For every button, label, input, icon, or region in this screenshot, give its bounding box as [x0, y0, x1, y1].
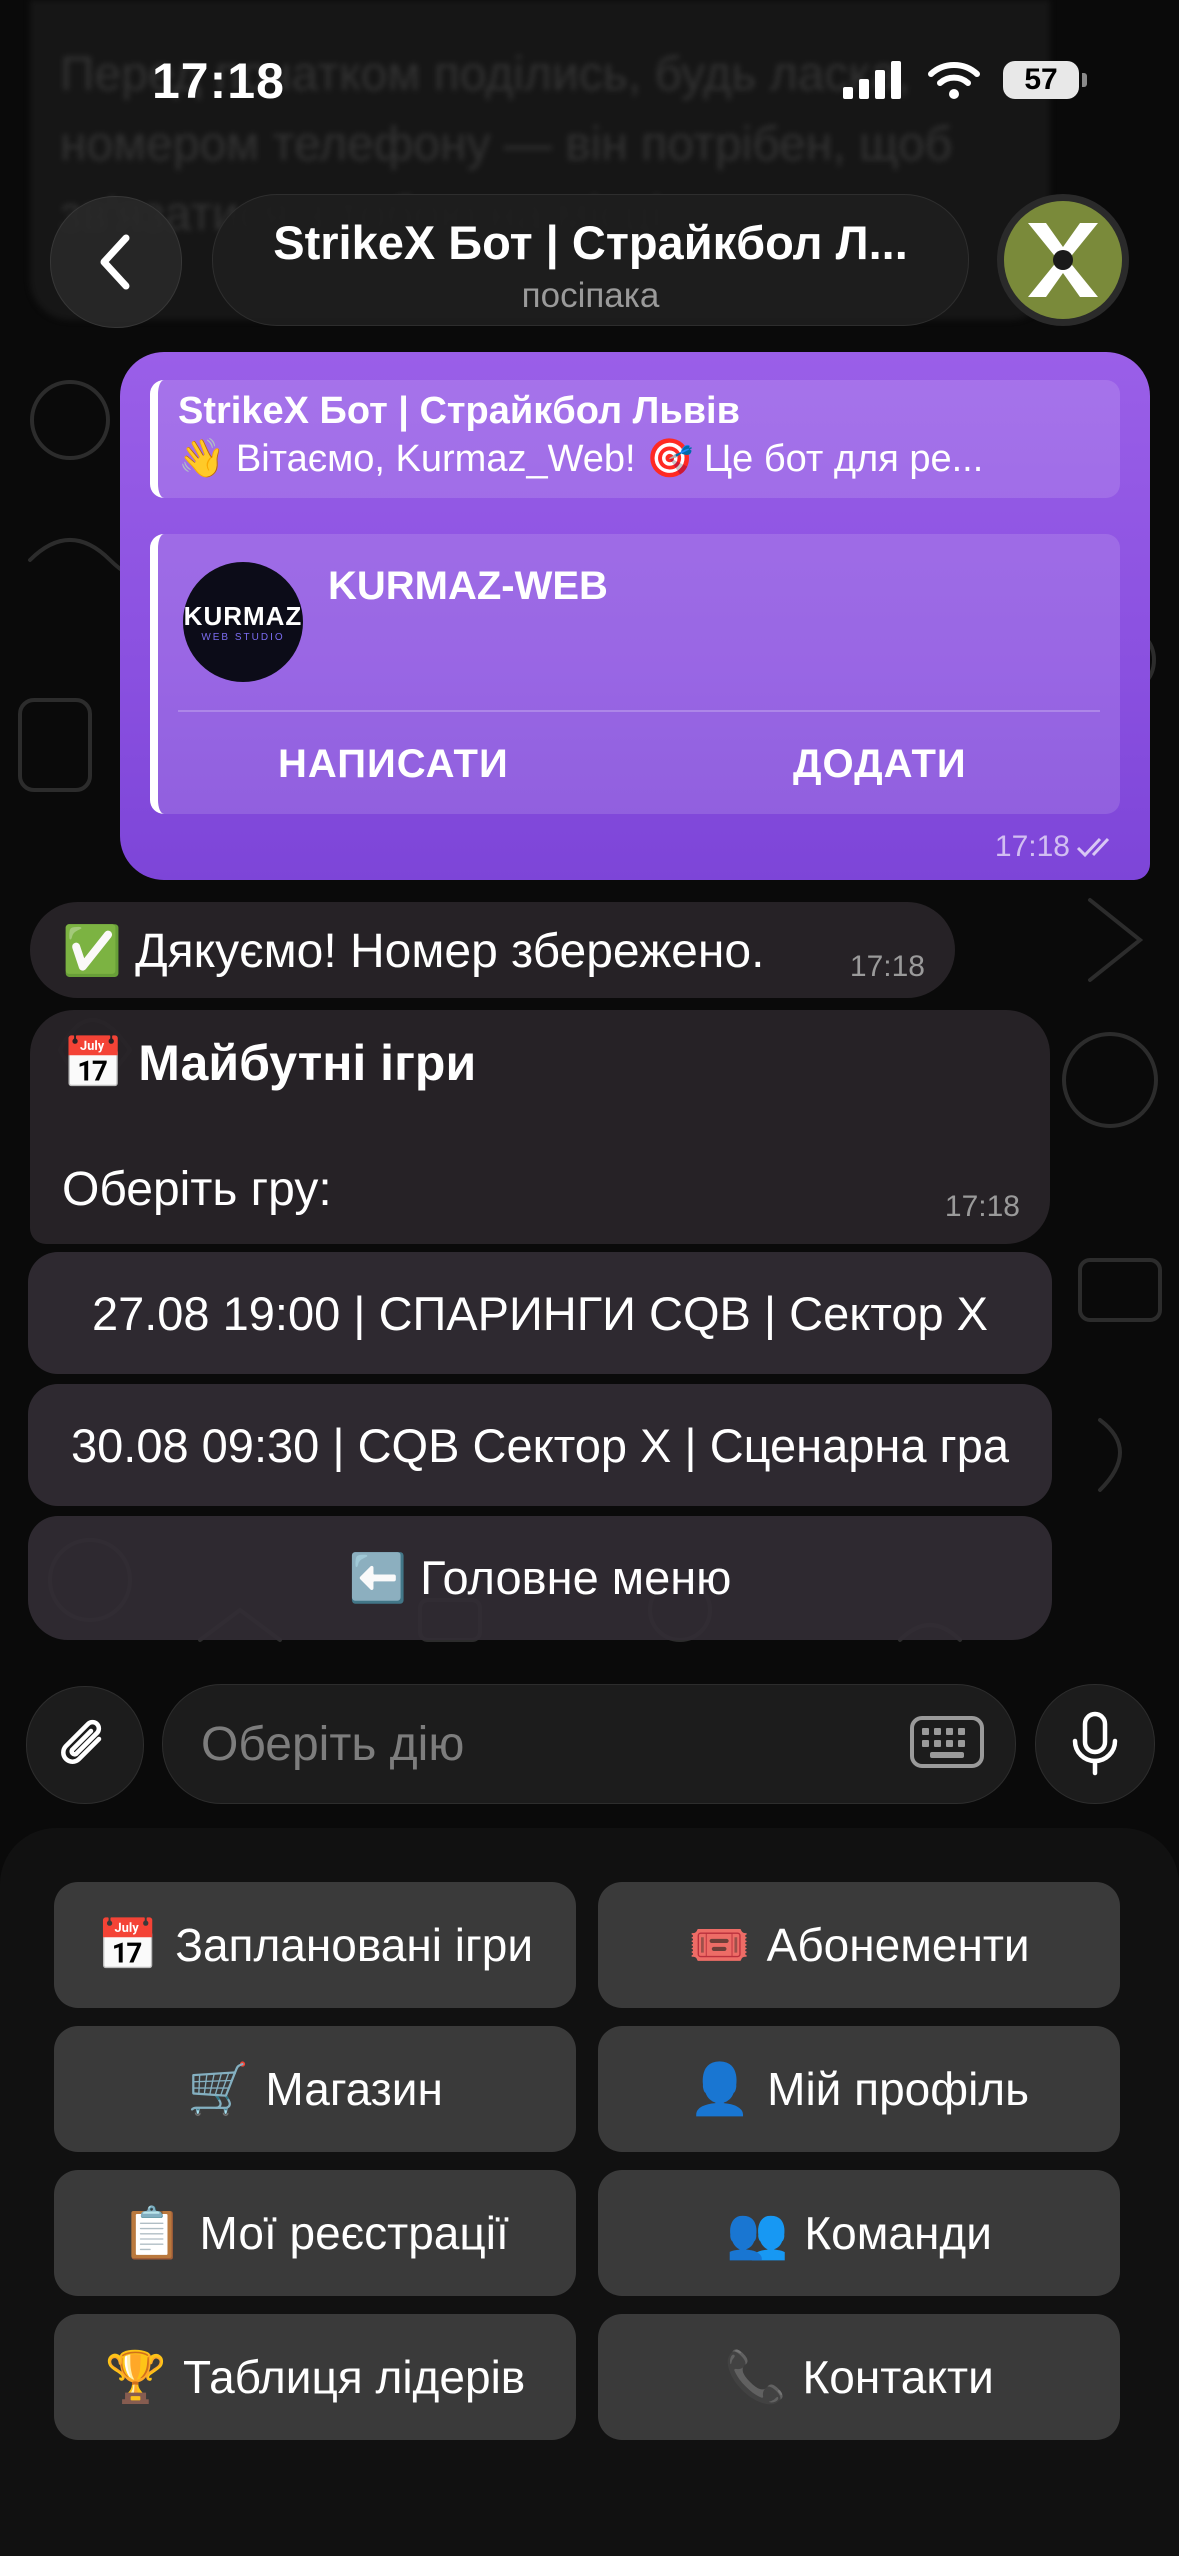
keyboard-button-registrations[interactable]: 📋 Мої реєстрації — [54, 2170, 576, 2296]
check-mark-icon: ✅ — [62, 925, 122, 978]
chat-status: посіпака — [521, 276, 660, 315]
message-time-text: 17:18 — [994, 830, 1070, 863]
attach-button[interactable] — [26, 1686, 144, 1804]
double-check-icon — [1076, 837, 1110, 858]
calendar-icon: 📅 — [96, 1917, 160, 1973]
user-icon: 👤 — [688, 2061, 752, 2117]
message-input[interactable]: Оберіть дію — [162, 1684, 1016, 1804]
previous-message-line: номером телефону — він потрібен, щоб — [60, 118, 953, 171]
thanks-message-text: Дякуємо! Номер збережено. — [135, 925, 765, 978]
keyboard-button-leaderboard[interactable]: 🏆 Таблиця лідерів — [54, 2314, 576, 2440]
trophy-icon: 🏆 — [104, 2349, 168, 2405]
calendar-icon: 📅 — [62, 1035, 125, 1091]
reply-keyboard: 📅 Заплановані ігри 🎟️ Абонементи 🛒 Магаз… — [0, 1828, 1179, 2556]
games-heading: 📅 Майбутні ігри — [62, 1034, 476, 1092]
strikex-logo-icon — [1004, 201, 1122, 319]
keyboard-button-label: Команди — [804, 2207, 992, 2259]
paperclip-icon — [61, 1719, 102, 1764]
games-title: Майбутні ігри — [138, 1035, 477, 1091]
keyboard-button-profile[interactable]: 👤 Мій профіль — [598, 2026, 1120, 2152]
contact-logo-sub: WEB STUDIO — [201, 632, 285, 643]
clipboard-icon: 📋 — [121, 2205, 184, 2261]
ticket-icon: 🎟️ — [688, 1917, 751, 1973]
keyboard-button-label: Абонементи — [766, 1919, 1030, 1971]
message-time: 17:18 — [944, 1190, 1020, 1223]
message-input-placeholder: Оберіть дію — [201, 1718, 465, 1771]
contact-divider — [178, 710, 1100, 712]
inline-button-main-menu[interactable]: ⬅️ Головне меню — [28, 1516, 1052, 1640]
status-time: 17:18 — [152, 53, 285, 109]
back-button[interactable] — [50, 196, 182, 328]
thanks-text: ✅ Дякуємо! Номер збережено. — [62, 922, 764, 979]
keyboard-button-label: Мої реєстрації — [199, 2207, 509, 2259]
keyboard-button-label: Заплановані ігри — [175, 1919, 534, 1971]
keyboard-button-label: Контакти — [802, 2351, 994, 2403]
battery-indicator: 57 — [1003, 61, 1087, 99]
contact-logo-main: KURMAZ — [183, 601, 303, 631]
users-icon: 👥 — [726, 2205, 789, 2261]
keyboard-button-subscriptions[interactable]: 🎟️ Абонементи — [598, 1882, 1120, 2008]
x-logo-icon — [1028, 223, 1098, 297]
message-time: 17:18 — [995, 830, 1120, 864]
reply-quote-text: 👋 Вітаємо, Kurmaz_Web! 🎯 Це бот для ре..… — [178, 438, 984, 480]
games-prompt: Оберіть гру: — [62, 1163, 332, 1216]
keyboard-toggle-icon[interactable] — [909, 1715, 985, 1769]
chat-title[interactable]: StrikeX Бот | Страйкбол Л... посіпака — [212, 194, 969, 326]
inline-button-game-1[interactable]: 27.08 19:00 | СПАРИНГИ CQB | Сектор X — [28, 1252, 1052, 1374]
phone-icon: 📞 — [724, 2349, 787, 2405]
chevron-left-icon — [100, 234, 130, 290]
keyboard-button-label: Таблиця лідерів — [183, 2351, 526, 2403]
incoming-message-thanks[interactable]: ✅ Дякуємо! Номер збережено. 17:18 — [30, 902, 955, 998]
keyboard-button-shop[interactable]: 🛒 Магазин — [54, 2026, 576, 2152]
reply-quote[interactable]: StrikeX Бот | Страйкбол Львів 👋 Вітаємо,… — [150, 380, 1120, 498]
contact-write-button[interactable]: НАПИСАТИ — [278, 742, 509, 787]
keyboard-button-label: Магазин — [265, 2063, 443, 2115]
message-time: 17:18 — [849, 950, 925, 983]
wifi-icon — [928, 62, 980, 99]
reply-quote-title: StrikeX Бот | Страйкбол Львів — [178, 390, 740, 432]
shared-contact-card[interactable]: KURMAZ WEB STUDIO KURMAZ-WEB НАПИСАТИ ДО… — [150, 534, 1120, 814]
status-icons: 57 — [843, 60, 1087, 100]
cellular-signal-icon — [843, 61, 901, 99]
contact-add-button[interactable]: ДОДАТИ — [793, 742, 967, 787]
keyboard-button-teams[interactable]: 👥 Команди — [598, 2170, 1120, 2296]
contact-name: KURMAZ-WEB — [328, 564, 608, 608]
keyboard-button-contacts[interactable]: 📞 Контакти — [598, 2314, 1120, 2440]
incoming-message-games[interactable]: 📅 Майбутні ігри Оберіть гру: 17:18 — [30, 1010, 1050, 1244]
voice-message-button[interactable] — [1035, 1684, 1155, 1804]
keyboard-button-scheduled-games[interactable]: 📅 Заплановані ігри — [54, 1882, 576, 2008]
outgoing-contact-message[interactable]: StrikeX Бот | Страйкбол Львів 👋 Вітаємо,… — [120, 352, 1150, 880]
shopping-cart-icon: 🛒 — [187, 2061, 250, 2117]
chat-name: StrikeX Бот | Страйкбол Л... — [273, 216, 908, 269]
inline-button-game-2[interactable]: 30.08 09:30 | CQB Сектор X | Сценарна гр… — [28, 1384, 1052, 1506]
keyboard-button-label: Мій профіль — [767, 2063, 1030, 2115]
microphone-icon — [1072, 1711, 1118, 1776]
bot-avatar[interactable] — [997, 194, 1129, 326]
contact-avatar: KURMAZ WEB STUDIO — [183, 562, 303, 682]
